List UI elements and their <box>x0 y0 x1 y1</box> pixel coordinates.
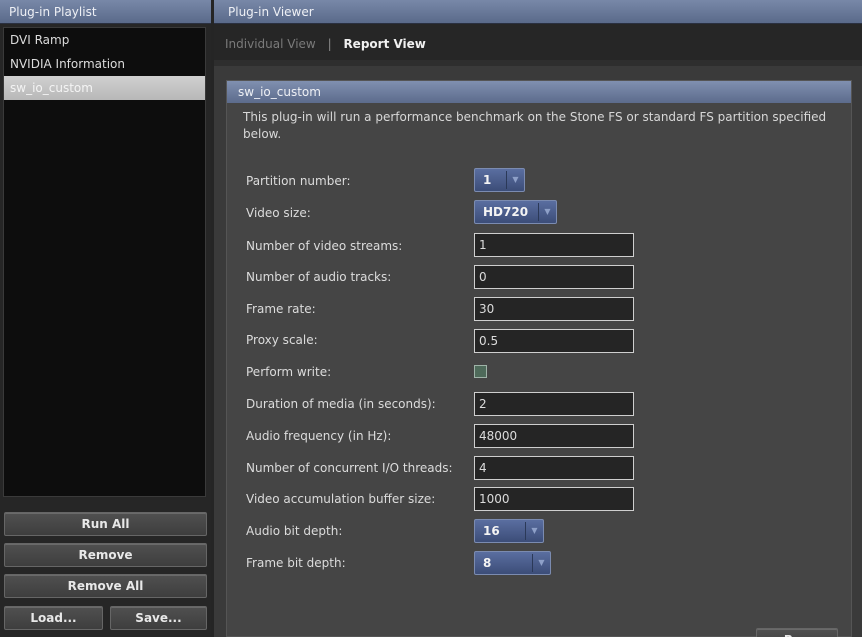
proxy-scale-label: Proxy scale: <box>246 333 318 347</box>
video-size-value: HD720 <box>483 205 529 219</box>
plugin-settings-box: sw_io_custom This plug-in will run a per… <box>226 80 852 637</box>
perform-write-checkbox[interactable] <box>474 365 487 378</box>
audio-tracks-field[interactable]: 0 <box>474 265 634 289</box>
partition-number-label: Partition number: <box>246 174 351 188</box>
partition-number-value: 1 <box>483 173 492 187</box>
chevron-down-icon: ▼ <box>532 554 550 572</box>
view-tabs: Individual View | Report View <box>214 24 862 60</box>
audio-frequency-label: Audio frequency (in Hz): <box>246 429 392 443</box>
duration-label: Duration of media (in seconds): <box>246 397 436 411</box>
buffer-size-field[interactable]: 1000 <box>474 487 634 511</box>
chevron-down-icon: ▼ <box>538 203 556 221</box>
playlist-header: Plug-in Playlist <box>0 0 211 24</box>
frame-rate-label: Frame rate: <box>246 302 316 316</box>
audio-bit-depth-value: 16 <box>483 524 500 538</box>
plugin-viewer-panel: Plug-in Viewer Individual View | Report … <box>214 0 862 637</box>
playlist-item-sw-io-custom[interactable]: sw_io_custom <box>4 76 205 100</box>
duration-field[interactable]: 2 <box>474 392 634 416</box>
frame-bit-depth-value: 8 <box>483 556 492 570</box>
audio-bit-depth-label: Audio bit depth: <box>246 524 343 538</box>
remove-all-button[interactable]: Remove All <box>4 574 207 598</box>
remove-button[interactable]: Remove <box>4 543 207 567</box>
playlist-item-nvidia-information[interactable]: NVIDIA Information <box>4 52 205 76</box>
video-size-dropdown[interactable]: HD720 ▼ <box>474 200 557 224</box>
plugin-description: This plug-in will run a performance benc… <box>243 110 827 141</box>
run-all-button[interactable]: Run All <box>4 512 207 536</box>
tab-report-view[interactable]: Report View <box>343 37 425 51</box>
buffer-size-label: Video accumulation buffer size: <box>246 492 436 506</box>
run-button[interactable]: Run <box>756 628 838 637</box>
load-button[interactable]: Load... <box>4 606 103 630</box>
tab-separator: | <box>327 37 332 51</box>
frame-rate-field[interactable]: 30 <box>474 297 634 321</box>
io-threads-field[interactable]: 4 <box>474 456 634 480</box>
video-streams-label: Number of video streams: <box>246 239 403 253</box>
audio-bit-depth-dropdown[interactable]: 16 ▼ <box>474 519 544 543</box>
audio-tracks-label: Number of audio tracks: <box>246 270 392 284</box>
save-button[interactable]: Save... <box>110 606 207 630</box>
plugin-playlist-panel: Plug-in Playlist DVI Ramp NVIDIA Informa… <box>0 0 211 637</box>
playlist-list[interactable]: DVI Ramp NVIDIA Information sw_io_custom <box>3 27 206 497</box>
audio-frequency-field[interactable]: 48000 <box>474 424 634 448</box>
frame-bit-depth-dropdown[interactable]: 8 ▼ <box>474 551 551 575</box>
chevron-down-icon: ▼ <box>525 522 543 540</box>
viewer-content: sw_io_custom This plug-in will run a per… <box>214 66 862 637</box>
tab-individual-view[interactable]: Individual View <box>225 37 316 51</box>
chevron-down-icon: ▼ <box>506 171 524 189</box>
playlist-item-dvi-ramp[interactable]: DVI Ramp <box>4 28 205 52</box>
proxy-scale-field[interactable]: 0.5 <box>474 329 634 353</box>
video-size-label: Video size: <box>246 206 311 220</box>
frame-bit-depth-label: Frame bit depth: <box>246 556 346 570</box>
viewer-header: Plug-in Viewer <box>214 0 862 24</box>
video-streams-field[interactable]: 1 <box>474 233 634 257</box>
perform-write-label: Perform write: <box>246 365 332 379</box>
io-threads-label: Number of concurrent I/O threads: <box>246 461 453 475</box>
plugin-title: sw_io_custom <box>227 81 851 103</box>
partition-number-dropdown[interactable]: 1 ▼ <box>474 168 525 192</box>
